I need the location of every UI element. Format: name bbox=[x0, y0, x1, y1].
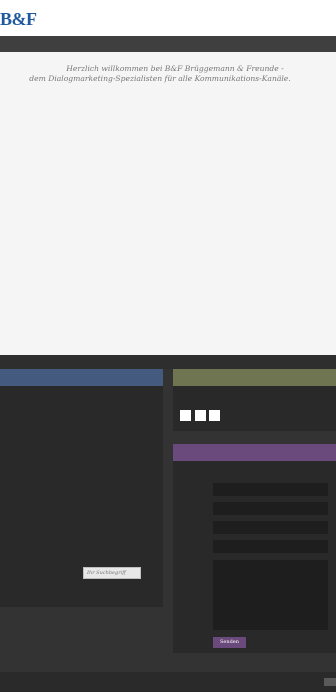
social-panel-header-bar bbox=[173, 369, 336, 386]
bottom-bar bbox=[0, 672, 336, 692]
social-icon-1[interactable] bbox=[180, 410, 191, 421]
main-content bbox=[0, 52, 336, 355]
footer-strip bbox=[0, 355, 336, 369]
social-icon-2[interactable] bbox=[195, 410, 206, 421]
search-input[interactable] bbox=[83, 567, 141, 579]
logo[interactable]: B&F bbox=[0, 9, 37, 30]
site-header bbox=[0, 0, 336, 36]
scroll-top-button[interactable] bbox=[324, 678, 336, 686]
left-panel-header-bar bbox=[0, 369, 163, 386]
contact-field-4[interactable] bbox=[213, 540, 328, 553]
message-textarea[interactable] bbox=[213, 560, 328, 630]
contact-field-1[interactable] bbox=[213, 483, 328, 496]
welcome-line-1: Herzlich willkommen bei B&F Brüggemann &… bbox=[66, 64, 284, 73]
nav-bar bbox=[0, 36, 336, 52]
contact-field-3[interactable] bbox=[213, 521, 328, 534]
send-button[interactable]: Senden bbox=[213, 637, 246, 648]
social-icon-3[interactable] bbox=[209, 410, 220, 421]
contact-field-2[interactable] bbox=[213, 502, 328, 515]
welcome-line-2: dem Dialogmarketing-Spezialisten für all… bbox=[29, 74, 291, 83]
contact-panel-header-bar bbox=[173, 444, 336, 461]
